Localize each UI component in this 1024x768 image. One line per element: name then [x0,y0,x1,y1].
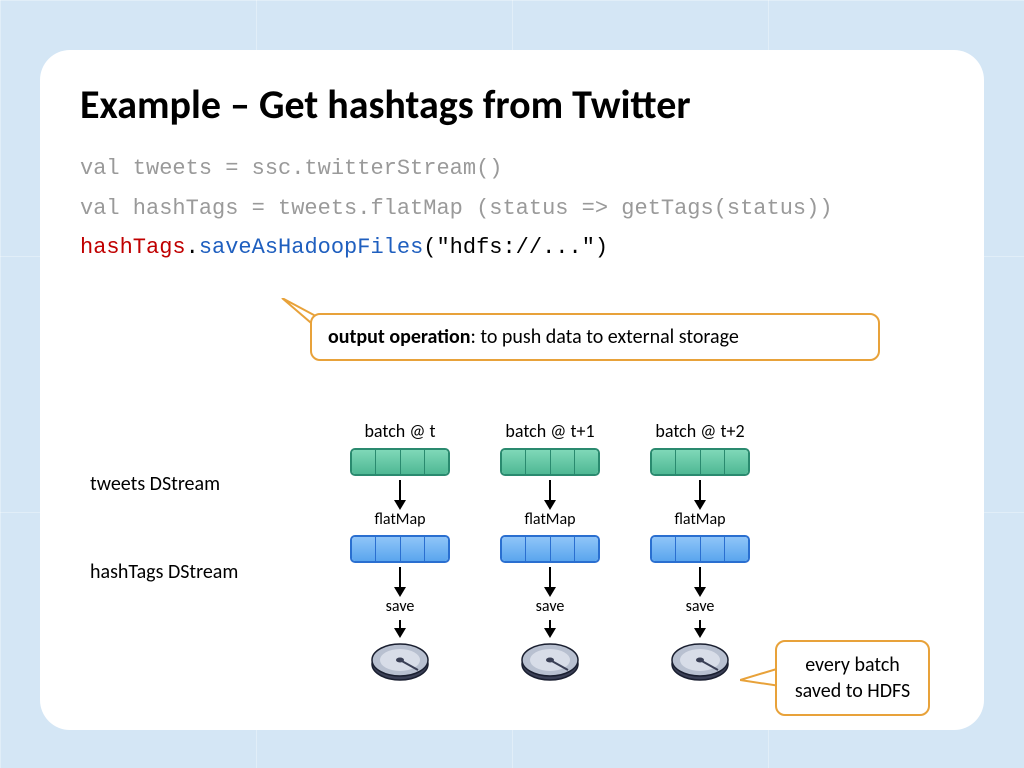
flatmap-label: flatMap [330,510,470,529]
tweets-dstream-label: tweets DStream [90,472,220,496]
save-label: save [330,597,470,616]
arrow-down-icon [699,480,701,508]
slide-card: Example – Get hashtags from Twitter val … [40,50,984,730]
code-line-1: val tweets = ssc.twitterStream() [80,156,502,181]
rdd-green-icon [500,448,600,476]
arrow-down-icon [549,567,551,595]
arrow-down-icon [699,620,701,636]
code-method: saveAsHadoopFiles [199,235,423,260]
flatmap-label: flatMap [630,510,770,529]
disk-icon [670,642,730,687]
arrow-down-icon [699,567,701,595]
column-batch-t1: batch @ t+1 flatMap save [480,420,620,687]
arrow-down-icon [399,567,401,595]
arrow-down-icon [399,620,401,636]
rdd-blue-icon [500,535,600,563]
rdd-green-icon [650,448,750,476]
arrow-down-icon [549,480,551,508]
disk-icon [370,642,430,687]
hdfs-callout: every batch saved to HDFS [775,640,930,716]
code-line-2: val hashTags = tweets.flatMap (status =>… [80,196,833,221]
code-dot: . [186,235,199,260]
callout-rest: : to push data to external storage [470,325,738,349]
output-operation-callout: output operation: to push data to extern… [310,313,880,361]
callout-bold: output operation [328,325,470,349]
rdd-blue-icon [650,535,750,563]
hashtags-dstream-label: hashTags DStream [90,560,238,584]
code-block: val tweets = ssc.twitterStream() val has… [80,149,944,268]
disk-icon [520,642,580,687]
code-hashtags: hashTags [80,235,186,260]
save-label: save [630,597,770,616]
slide-title: Example – Get hashtags from Twitter [80,80,944,129]
column-batch-t2: batch @ t+2 flatMap save [630,420,770,687]
flatmap-label: flatMap [480,510,620,529]
arrow-down-icon [549,620,551,636]
code-arg: ("hdfs://...") [423,235,608,260]
rdd-green-icon [350,448,450,476]
column-batch-t: batch @ t flatMap save [330,420,470,687]
save-label: save [480,597,620,616]
batch-label: batch @ t+2 [630,420,770,442]
batch-label: batch @ t [330,420,470,442]
arrow-down-icon [399,480,401,508]
rdd-blue-icon [350,535,450,563]
batch-label: batch @ t+1 [480,420,620,442]
